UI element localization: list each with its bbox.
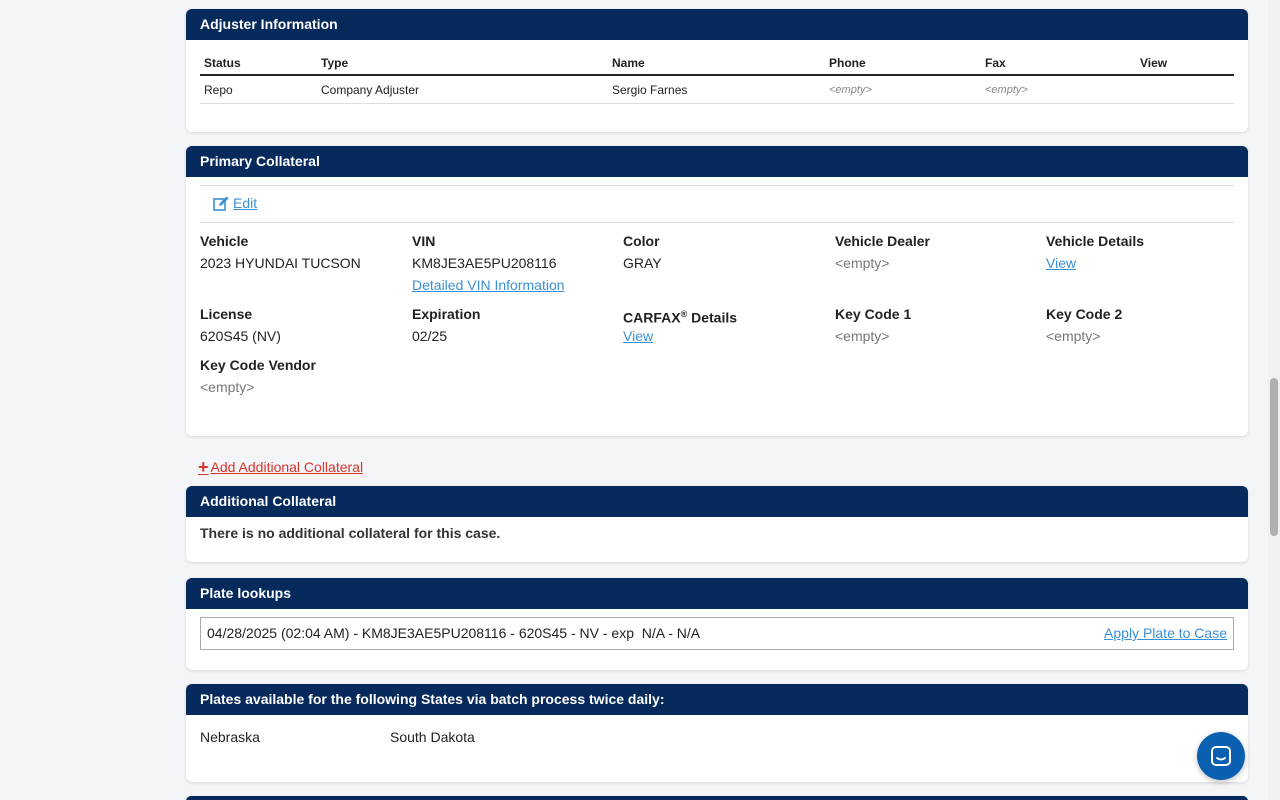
carfax-label-text: CARFAX: [623, 309, 681, 326]
apply-plate-button[interactable]: Apply Plate to Case: [1104, 618, 1227, 649]
cell-fax: <empty>: [985, 83, 1028, 96]
vehicle-details-field: Vehicle Details View: [1046, 230, 1144, 274]
carfax-label-suffix: Details: [687, 309, 738, 326]
plate-lookups-header: Plate lookups: [186, 578, 1248, 609]
carfax-view-link[interactable]: View: [623, 328, 653, 344]
dealer-value: <empty>: [835, 255, 890, 271]
vehicle-label: Vehicle: [200, 233, 249, 249]
key-code-1-label: Key Code 1: [835, 306, 912, 322]
col-phone: Phone: [829, 56, 866, 70]
edit-label: Edit: [233, 195, 258, 211]
key-code-vendor-field: Key Code Vendor <empty>: [200, 354, 316, 398]
scrollbar-thumb[interactable]: [1270, 378, 1278, 536]
edit-button[interactable]: Edit: [213, 195, 257, 211]
vehicle-field: Vehicle 2023 HYUNDAI TUCSON: [200, 230, 361, 274]
detailed-vin-link[interactable]: Detailed VIN Information: [412, 277, 565, 293]
license-value: 620S45 (NV): [200, 328, 281, 344]
color-value: GRAY: [623, 255, 662, 271]
col-status: Status: [204, 56, 241, 70]
col-fax: Fax: [985, 56, 1006, 70]
carfax-field: CARFAX® Details View: [623, 303, 737, 347]
key-code-2-value: <empty>: [1046, 328, 1101, 344]
adjuster-panel: Adjuster Information Status Type Name Ph…: [186, 9, 1248, 132]
expiration-label: Expiration: [412, 306, 481, 322]
adjuster-table: Status Type Name Phone Fax View Repo Com…: [200, 52, 1234, 104]
carfax-label: CARFAX® Details: [623, 303, 738, 326]
cell-phone: <empty>: [829, 83, 872, 96]
license-field: License 620S45 (NV): [200, 303, 281, 347]
col-type: Type: [321, 56, 349, 70]
state-item: Nebraska: [200, 729, 260, 745]
table-row: Repo Company Adjuster Sergio Farnes <emp…: [200, 76, 1234, 104]
expiration-field: Expiration 02/25: [412, 303, 480, 347]
add-additional-collateral-link[interactable]: + Add Additional Collateral: [198, 457, 364, 477]
adjuster-table-header: Status Type Name Phone Fax View: [200, 52, 1234, 76]
page-scrollbar[interactable]: [1268, 0, 1280, 800]
chat-launcher-button[interactable]: [1197, 732, 1245, 780]
dealer-field: Vehicle Dealer <empty>: [835, 230, 930, 274]
edit-icon: [213, 196, 229, 211]
key-code-vendor-value: <empty>: [200, 379, 255, 395]
batch-states-panel: Plates available for the following State…: [186, 684, 1248, 782]
vin-field: VIN KM8JE3AE5PU208116 Detailed VIN Infor…: [412, 230, 565, 296]
next-panel-edge: [186, 796, 1248, 800]
primary-collateral-panel: Primary Collateral Edit Vehicle 2023 HYU…: [186, 146, 1248, 436]
col-view: View: [1140, 56, 1168, 70]
batch-states-header: Plates available for the following State…: [186, 684, 1248, 715]
vin-value: KM8JE3AE5PU208116: [412, 255, 557, 271]
cell-name: Sergio Farnes: [612, 82, 688, 97]
chat-icon: [1211, 746, 1231, 766]
key-code-vendor-label: Key Code Vendor: [200, 357, 316, 373]
no-additional-collateral-message: There is no additional collateral for th…: [200, 525, 501, 541]
expiration-value: 02/25: [412, 328, 448, 344]
add-additional-collateral-label: Add Additional Collateral: [210, 459, 364, 475]
license-label: License: [200, 306, 253, 322]
additional-collateral-header: Additional Collateral: [186, 486, 1248, 517]
adjuster-header: Adjuster Information: [186, 9, 1248, 40]
cell-status: Repo: [204, 82, 233, 97]
key-code-1-field: Key Code 1 <empty>: [835, 303, 911, 347]
plus-icon: +: [198, 457, 209, 477]
color-label: Color: [623, 233, 660, 249]
color-field: Color GRAY: [623, 230, 662, 274]
state-item: South Dakota: [390, 729, 475, 745]
plate-lookups-panel: Plate lookups 04/28/2025 (02:04 AM) - KM…: [186, 578, 1248, 670]
plate-lookup-text: 04/28/2025 (02:04 AM) - KM8JE3AE5PU20811…: [207, 625, 701, 641]
primary-collateral-header: Primary Collateral: [186, 146, 1248, 177]
dealer-label: Vehicle Dealer: [835, 233, 930, 249]
key-code-1-value: <empty>: [835, 328, 890, 344]
vehicle-details-view-link[interactable]: View: [1046, 255, 1076, 271]
cell-type: Company Adjuster: [321, 82, 420, 97]
plate-lookup-entry: 04/28/2025 (02:04 AM) - KM8JE3AE5PU20811…: [200, 617, 1234, 650]
vehicle-value: 2023 HYUNDAI TUCSON: [200, 255, 361, 271]
additional-collateral-panel: Additional Collateral There is no additi…: [186, 486, 1248, 562]
vin-label: VIN: [412, 233, 436, 249]
key-code-2-field: Key Code 2 <empty>: [1046, 303, 1122, 347]
col-name: Name: [612, 56, 645, 70]
key-code-2-label: Key Code 2: [1046, 306, 1123, 322]
vehicle-details-label: Vehicle Details: [1046, 233, 1145, 249]
